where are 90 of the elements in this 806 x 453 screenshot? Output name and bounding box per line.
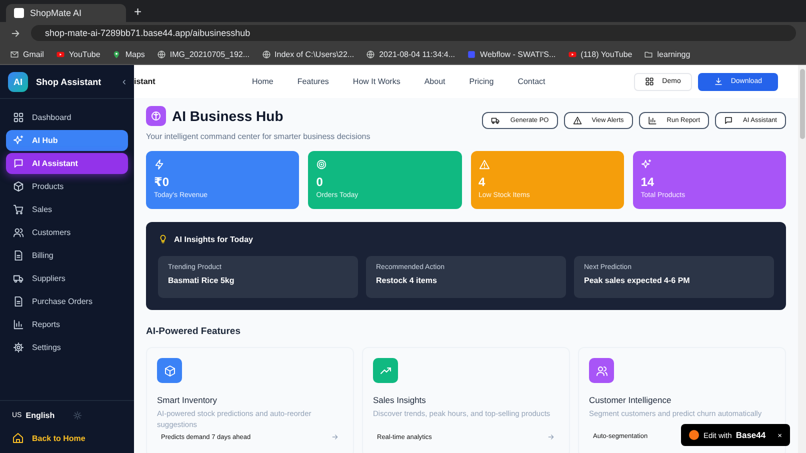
language-selector[interactable]: English [26,411,55,420]
stat-value: 14 [640,175,656,189]
sparkle-icon [640,159,652,170]
globe-icon [366,50,376,58]
cube-icon [13,181,24,192]
feature-title: Smart Inventory [157,395,218,405]
nav-link[interactable]: Features [297,77,329,86]
bookmark-link[interactable]: Gmail [23,50,44,58]
arrow-right-icon [10,28,21,38]
warning-icon [572,116,582,125]
section-heading: AI-Powered Features [146,326,242,337]
truck-icon [491,116,500,125]
scrollbar[interactable] [798,65,806,453]
arrow-right-icon [547,433,555,441]
nav-link[interactable]: About [424,77,446,86]
app-name: Shop Assistant [36,76,102,86]
square-icon [467,50,476,58]
sidebar-item[interactable]: AI Hub [6,130,128,151]
home-icon [12,432,24,444]
grid-icon [645,77,654,86]
sidebar-item[interactable]: Settings [6,337,128,358]
map-pin-icon [112,50,122,58]
sidebar-item[interactable]: Billing [6,245,128,266]
play-icon [568,50,577,58]
trend-up-icon [380,364,392,376]
lightning-icon [154,159,165,170]
bar-chart-icon [648,116,657,125]
insight-value: Restock 4 items [376,276,438,285]
bookmark-link[interactable]: 2021-08-04 11:34:4... [379,50,456,58]
bookmark-link[interactable]: Maps [125,50,145,58]
app-logo: AI [8,72,28,92]
document-icon [13,296,24,307]
play-icon [56,50,65,58]
chat-icon [13,158,24,169]
new-tab-button[interactable]: + [134,4,142,22]
bookmark-link[interactable]: learningg [657,50,690,58]
chat-icon [724,116,734,125]
folder-icon [644,50,654,58]
sidebar-item[interactable]: Reports [6,314,128,335]
cube-icon [164,364,176,376]
page-subtitle: Your intelligent command center for smarter business decisions [146,132,370,141]
browser-tab[interactable]: ShopMate AI [6,4,126,22]
globe-icon [156,50,166,58]
sidebar-item[interactable]: Customers [6,222,128,243]
document-icon [13,250,24,261]
feature-title: Customer Intelligence [589,395,672,405]
lightbulb-icon [158,234,168,244]
sparkle-icon [13,135,24,146]
target-icon [316,159,328,170]
brand-text: istant [134,77,156,86]
bookmark-link[interactable]: (118) YouTube [580,50,632,58]
settings-icon [13,342,24,353]
sidebar-item[interactable]: Sales [6,199,128,220]
download-icon [714,77,723,86]
users-icon [596,364,608,376]
arrow-right-icon [331,433,339,441]
grid-icon [13,112,24,123]
bookmark-link[interactable]: Webflow - SWATI'S... [480,50,556,58]
stat-value: 0 [316,175,324,189]
sidebar-item[interactable]: AI Assistant [6,153,128,174]
page-title: AI Business Hub [172,108,284,124]
nav-link[interactable]: Pricing [469,77,494,86]
address-bar[interactable]: shop-mate-ai-7289bb71.base44.app/aibusinesshub [31,25,796,41]
bar-chart-icon [13,319,24,330]
insight-value: Basmati Rice 5kg [168,276,236,285]
bookmark-link[interactable]: Index of C:\Users\22... [274,50,354,58]
insights-title: AI Insights for Today [174,234,253,244]
nav-link[interactable]: Contact [518,77,546,86]
nav-link[interactable]: How It Works [352,77,400,86]
badge-brand: Base44 [736,430,766,440]
cart-icon [13,204,24,215]
truck-icon [13,273,24,284]
back-to-home-link[interactable]: Back to Home [12,432,122,444]
sidebar-item[interactable]: Suppliers [6,268,128,289]
nav-link[interactable]: Home [252,77,274,86]
bookmark-link[interactable]: YouTube [68,50,100,58]
users-icon [13,227,24,238]
stat-value: ₹0 [154,175,170,189]
globe-icon [262,50,271,58]
sidebar-item[interactable]: Dashboard [6,107,128,128]
sidebar-item[interactable]: Purchase Orders [6,291,128,312]
sun-icon [72,411,82,420]
warning-icon [478,159,490,170]
bookmark-link[interactable]: IMG_20210705_192... [170,50,250,58]
mail-icon [10,50,19,58]
sidebar-item[interactable]: Products [6,176,128,197]
collapse-button[interactable]: ‹ [122,76,126,88]
insight-value: Peak sales expected 4-6 PM [584,276,691,285]
feature-title: Sales Insights [373,395,427,405]
stat-value: 4 [478,175,486,189]
